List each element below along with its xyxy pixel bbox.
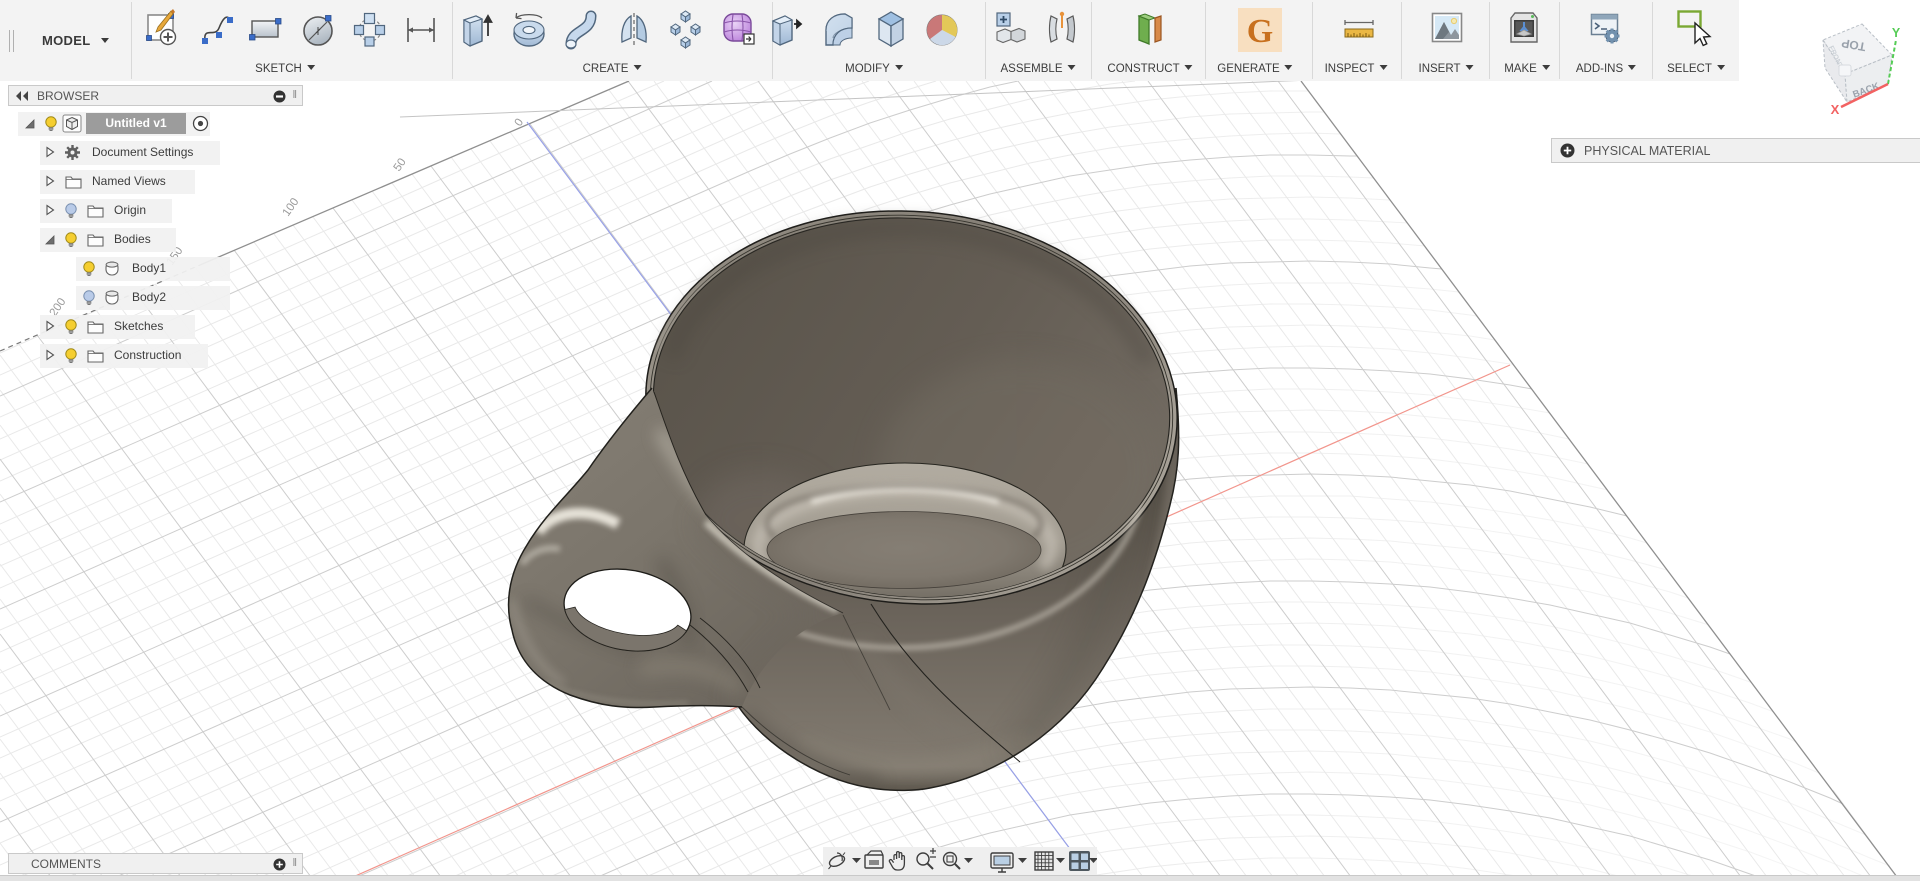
svg-text:Y: Y (1892, 26, 1901, 40)
svg-text:G: G (1247, 13, 1273, 50)
svg-text:X: X (1831, 102, 1840, 117)
